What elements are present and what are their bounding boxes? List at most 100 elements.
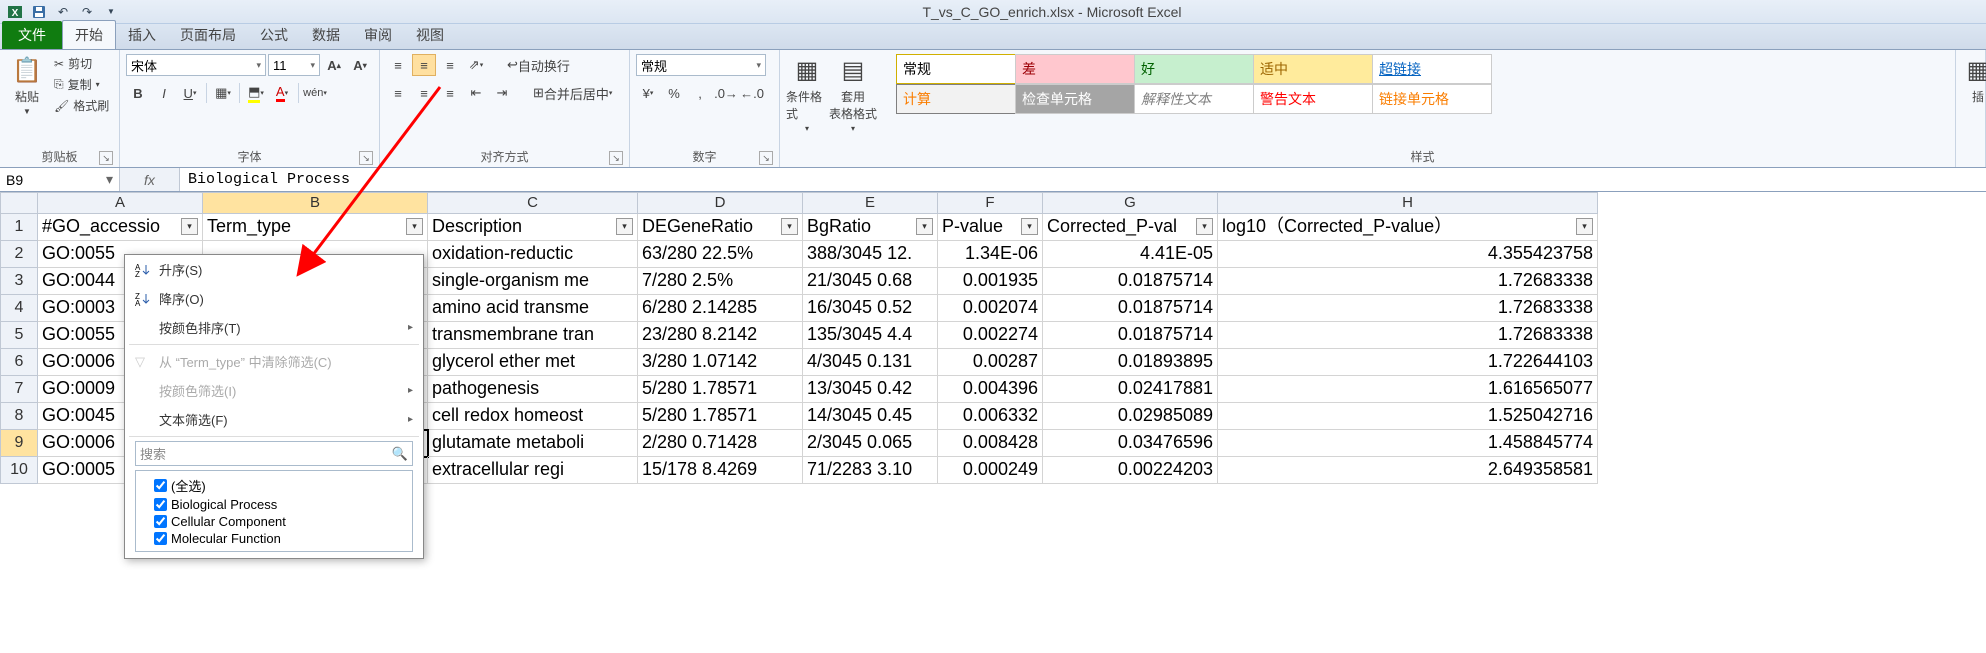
data-cell[interactable]: pathogenesis (428, 376, 638, 403)
row-header[interactable]: 9 (0, 430, 38, 457)
text-filter-item[interactable]: 文本筛选(F)▸ (125, 405, 423, 434)
data-cell[interactable]: cell redox homeost (428, 403, 638, 430)
header-cell[interactable]: DEGeneRatio▾ (638, 214, 803, 241)
row-header[interactable]: 1 (0, 214, 38, 241)
wrap-text-button[interactable]: ↩自动换行 (500, 54, 577, 76)
redo-button[interactable]: ↷ (76, 2, 98, 22)
number-launcher[interactable]: ↘ (759, 151, 773, 165)
data-cell[interactable]: 1.34E-06 (938, 241, 1043, 268)
style-cell[interactable]: 适中 (1253, 54, 1373, 84)
data-cell[interactable]: 1.72683338 (1218, 322, 1598, 349)
align-right-button[interactable]: ≡ (438, 82, 462, 104)
undo-button[interactable]: ↶ (52, 2, 74, 22)
format-table-button[interactable]: ▤套用 表格格式▾ (832, 54, 874, 133)
sort-asc-item[interactable]: AZ 升序(S) (125, 255, 423, 284)
filter-dropdown[interactable]: ▾ (406, 218, 423, 235)
data-cell[interactable]: 388/3045 12. (803, 241, 938, 268)
sort-desc-item[interactable]: ZA 降序(O) (125, 284, 423, 313)
fx-button[interactable]: fx (136, 172, 164, 188)
data-cell[interactable]: 71/2283 3.10 (803, 457, 938, 484)
insert-cells-button[interactable]: ▦插 (1962, 54, 1986, 105)
row-header[interactable]: 5 (0, 322, 38, 349)
column-header[interactable]: G (1043, 192, 1218, 214)
filter-dropdown[interactable]: ▾ (1576, 218, 1593, 235)
header-cell[interactable]: P-value▾ (938, 214, 1043, 241)
header-cell[interactable]: Term_type▾ (203, 214, 428, 241)
tab-view[interactable]: 视图 (404, 21, 456, 49)
phonetic-button[interactable]: wén▾ (303, 82, 327, 104)
row-header[interactable]: 10 (0, 457, 38, 484)
data-cell[interactable]: 0.00287 (938, 349, 1043, 376)
qat-dropdown[interactable]: ▼ (100, 2, 122, 22)
data-cell[interactable]: 1.72683338 (1218, 268, 1598, 295)
style-cell[interactable]: 超链接 (1372, 54, 1492, 84)
data-cell[interactable]: transmembrane tran (428, 322, 638, 349)
data-cell[interactable]: oxidation-reductic (428, 241, 638, 268)
dec-inc-button[interactable]: .0→ (714, 82, 738, 104)
cut-button[interactable]: ✂剪切 (52, 54, 111, 73)
data-cell[interactable]: 14/3045 0.45 (803, 403, 938, 430)
data-cell[interactable]: extracellular regi (428, 457, 638, 484)
data-cell[interactable]: single-organism me (428, 268, 638, 295)
paste-button[interactable]: 📋 粘贴 ▼ (6, 54, 48, 116)
filter-checkbox-all[interactable]: (全选) (140, 475, 408, 496)
data-cell[interactable]: 15/178 8.4269 (638, 457, 803, 484)
clipboard-launcher[interactable]: ↘ (99, 151, 113, 165)
align-center-button[interactable]: ≡ (412, 82, 436, 104)
formula-value[interactable]: Biological Process (180, 171, 358, 188)
align-middle-button[interactable]: ≡ (412, 54, 436, 76)
tab-file[interactable]: 文件 (2, 21, 62, 49)
data-cell[interactable]: 5/280 1.78571 (638, 376, 803, 403)
conditional-format-button[interactable]: ▦条件格式▾ (786, 54, 828, 133)
data-cell[interactable]: 13/3045 0.42 (803, 376, 938, 403)
tab-insert[interactable]: 插入 (116, 21, 168, 49)
tab-home[interactable]: 开始 (62, 20, 116, 49)
header-cell[interactable]: log10（Corrected_P-value）▾ (1218, 214, 1598, 241)
grow-font-button[interactable]: A▴ (322, 54, 346, 76)
column-header[interactable]: A (38, 192, 203, 214)
tab-layout[interactable]: 页面布局 (168, 21, 248, 49)
data-cell[interactable]: 4/3045 0.131 (803, 349, 938, 376)
data-cell[interactable]: 2/280 0.71428 (638, 430, 803, 457)
data-cell[interactable]: 0.002074 (938, 295, 1043, 322)
data-cell[interactable]: 0.000249 (938, 457, 1043, 484)
tab-review[interactable]: 审阅 (352, 21, 404, 49)
row-header[interactable]: 4 (0, 295, 38, 322)
data-cell[interactable]: 0.01875714 (1043, 295, 1218, 322)
header-cell[interactable]: Corrected_P-val▾ (1043, 214, 1218, 241)
filter-dropdown[interactable]: ▾ (181, 218, 198, 235)
align-bottom-button[interactable]: ≡ (438, 54, 462, 76)
filter-checkbox-opt[interactable]: Molecular Function (140, 530, 408, 547)
filter-dropdown[interactable]: ▾ (1021, 218, 1038, 235)
data-cell[interactable]: 0.01893895 (1043, 349, 1218, 376)
column-header[interactable]: E (803, 192, 938, 214)
data-cell[interactable]: 2.649358581 (1218, 457, 1598, 484)
filter-dropdown[interactable]: ▾ (1196, 218, 1213, 235)
data-cell[interactable]: 0.02417881 (1043, 376, 1218, 403)
copy-button[interactable]: ⎘复制▾ (52, 75, 111, 94)
data-cell[interactable]: 1.722644103 (1218, 349, 1598, 376)
border-button[interactable]: ▦▾ (211, 82, 235, 104)
data-cell[interactable]: 0.001935 (938, 268, 1043, 295)
data-cell[interactable]: 23/280 8.2142 (638, 322, 803, 349)
header-cell[interactable]: #GO_accessio▾ (38, 214, 203, 241)
currency-button[interactable]: ¥▾ (636, 82, 660, 104)
data-cell[interactable]: 1.616565077 (1218, 376, 1598, 403)
data-cell[interactable]: 135/3045 4.4 (803, 322, 938, 349)
data-cell[interactable]: glycerol ether met (428, 349, 638, 376)
font-size-combo[interactable]: 11▾ (268, 54, 320, 76)
header-cell[interactable]: BgRatio▾ (803, 214, 938, 241)
data-cell[interactable]: 1.458845774 (1218, 430, 1598, 457)
data-cell[interactable]: 0.01875714 (1043, 322, 1218, 349)
font-launcher[interactable]: ↘ (359, 151, 373, 165)
column-header[interactable]: C (428, 192, 638, 214)
data-cell[interactable]: 4.355423758 (1218, 241, 1598, 268)
bold-button[interactable]: B (126, 82, 150, 104)
column-header[interactable]: F (938, 192, 1043, 214)
format-painter-button[interactable]: 🖌格式刷 (52, 96, 111, 115)
fill-color-button[interactable]: ⬒▾ (244, 82, 268, 104)
excel-icon[interactable]: X (4, 2, 26, 22)
row-header[interactable]: 7 (0, 376, 38, 403)
filter-dropdown[interactable]: ▾ (616, 218, 633, 235)
number-format-combo[interactable]: 常规▾ (636, 54, 766, 76)
